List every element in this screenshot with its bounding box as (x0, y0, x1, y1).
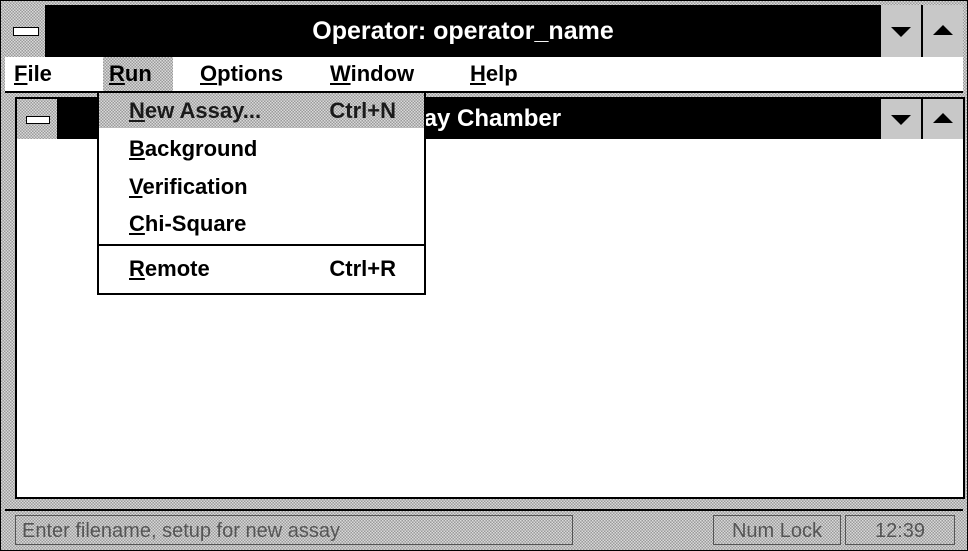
status-message: Enter filename, setup for new assay (15, 515, 573, 545)
child-maximize-button[interactable] (923, 99, 963, 139)
menu-item-remote[interactable]: Remote Ctrl+R (99, 251, 424, 286)
minimize-button[interactable] (881, 5, 921, 57)
child-minimize-arrow-icon (891, 115, 911, 125)
menu-file[interactable]: File (9, 57, 57, 91)
menu-item-new-assay-label: New Assay... (129, 98, 262, 123)
menu-item-chi-square[interactable]: Chi-Square (99, 206, 424, 241)
menu-options-label: ptions (217, 61, 284, 86)
run-menu-dropdown: New Assay... Ctrl+N Background Verificat… (97, 91, 426, 295)
child-minimize-button[interactable] (881, 99, 921, 139)
menu-file-mnemonic: F (14, 61, 28, 86)
title-bar: Operator: operator_name (5, 5, 963, 57)
menu-bar: File Run Options Window Help (5, 57, 963, 93)
maximize-button[interactable] (923, 5, 963, 57)
menu-help-label: elp (485, 61, 518, 86)
menu-run-label: un (124, 61, 152, 86)
menu-help-mnemonic: H (470, 61, 486, 86)
child-system-menu-icon (26, 116, 50, 124)
status-bar: Enter filename, setup for new assay Num … (5, 509, 963, 549)
window-title: Operator: operator_name (312, 17, 614, 45)
menu-item-background-label: Background (129, 136, 258, 161)
num-lock-indicator: Num Lock (713, 515, 841, 545)
menu-item-chi-square-label: Chi-Square (129, 211, 247, 236)
menu-item-new-assay[interactable]: New Assay... Ctrl+N (99, 93, 424, 128)
menu-file-label: ile (27, 61, 52, 86)
menu-separator (99, 244, 424, 246)
system-menu-icon (13, 27, 39, 36)
menu-window-label: indow (350, 61, 415, 86)
system-menu-button[interactable] (5, 5, 47, 57)
child-maximize-arrow-icon (933, 113, 953, 123)
menu-window-mnemonic: W (330, 61, 351, 86)
menu-item-remote-label: Remote (129, 256, 210, 281)
child-system-menu-button[interactable] (17, 99, 59, 139)
menu-item-new-assay-shortcut: Ctrl+N (329, 98, 396, 123)
menu-item-background[interactable]: Background (99, 131, 424, 166)
menu-item-verification[interactable]: Verification (99, 169, 424, 204)
menu-run-mnemonic: R (109, 61, 125, 86)
application-window: Operator: operator_name File Run Options… (0, 0, 968, 551)
menu-options[interactable]: Options (195, 57, 288, 91)
menu-window[interactable]: Window (325, 57, 419, 91)
menu-item-remote-shortcut: Ctrl+R (329, 256, 396, 281)
menu-options-mnemonic: O (200, 61, 218, 86)
maximize-arrow-icon (933, 25, 953, 35)
status-clock: 12:39 (845, 515, 955, 545)
minimize-arrow-icon (891, 27, 911, 37)
menu-item-verification-label: Verification (129, 174, 248, 199)
menu-help[interactable]: Help (465, 57, 523, 91)
menu-run[interactable]: Run (103, 57, 173, 91)
